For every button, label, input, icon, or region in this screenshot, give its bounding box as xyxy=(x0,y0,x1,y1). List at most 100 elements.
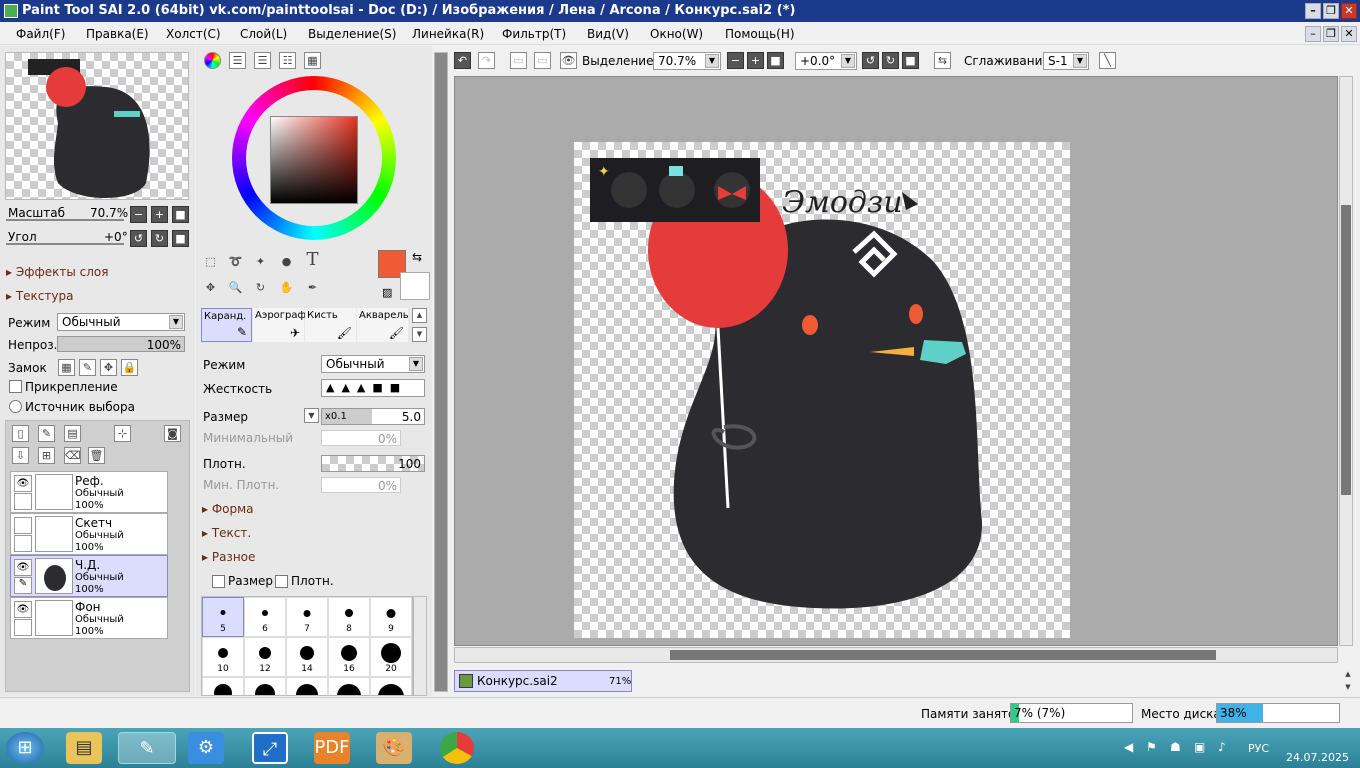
show-selection-eye-icon[interactable]: 👁 xyxy=(560,52,577,69)
close-button[interactable]: ✕ xyxy=(1341,3,1357,19)
merge-down-icon[interactable]: ⇩ xyxy=(12,447,29,464)
rotate-right-button[interactable]: ↻ xyxy=(151,230,168,247)
zoom-slider[interactable] xyxy=(6,219,124,221)
blue-app-icon[interactable]: ⤢ xyxy=(252,732,288,764)
brush-size-cell[interactable]: 12 xyxy=(244,637,286,677)
menu-edit[interactable]: Правка(E) xyxy=(86,27,149,41)
brush-tabs-down-icon[interactable]: ▼ xyxy=(412,327,427,342)
doc-minimize-button[interactable]: – xyxy=(1305,26,1321,42)
pencil-icon[interactable]: ✎ xyxy=(14,577,32,594)
paint-app-icon[interactable]: 🎨 xyxy=(376,732,412,764)
hardness-picker[interactable]: ▲▲▲■■ xyxy=(321,379,425,397)
lock-move-icon[interactable]: ✥ xyxy=(100,359,117,376)
toolbar-rotate-reset-button[interactable]: ■ xyxy=(902,52,919,69)
tray-flag-icon[interactable]: ⚑ xyxy=(1146,740,1157,754)
deselect-button[interactable]: ▭ xyxy=(510,52,527,69)
rotate-left-button[interactable]: ↺ xyxy=(130,230,147,247)
toolbar-zoom-reset-button[interactable]: ■ xyxy=(767,52,784,69)
misc-section-header[interactable]: ▸ Разное xyxy=(202,550,255,564)
layer-mark-slot[interactable] xyxy=(14,535,32,552)
clear-layer-icon[interactable]: ⌫ xyxy=(64,447,81,464)
swap-colors-icon[interactable]: ⇆ xyxy=(412,250,422,264)
menu-help[interactable]: Помощь(H) xyxy=(725,27,795,41)
new-layer-icon[interactable]: ▯ xyxy=(12,425,29,442)
brush-size-cell-partial[interactable] xyxy=(328,677,370,695)
brush-size-cell-partial[interactable] xyxy=(370,677,412,695)
layer-row-sketch[interactable]: Скетч Обычный 100% xyxy=(10,513,168,555)
brush-tabs-up-icon[interactable]: ▲ xyxy=(412,308,427,323)
layer-mark-slot[interactable] xyxy=(14,619,32,636)
flip-horizontal-icon[interactable]: ⇆ xyxy=(934,52,951,69)
lock-paint-icon[interactable]: ✎ xyxy=(79,359,96,376)
layer-mark-slot[interactable] xyxy=(14,493,32,510)
lock-all-icon[interactable]: 🔒 xyxy=(121,359,138,376)
texture-section-header[interactable]: ▸ Текст. xyxy=(202,526,251,540)
zoom-reset-button[interactable]: ■ xyxy=(172,206,189,223)
eyedropper-icon[interactable]: ✒ xyxy=(304,280,321,297)
size-slider[interactable]: x0.1 5.0 xyxy=(321,408,425,425)
brush-size-cell[interactable]: 16 xyxy=(328,637,370,677)
layer-row-main[interactable]: 👁 ✎ Ч.Д. Обычный 100% xyxy=(10,555,168,597)
new-linework-icon[interactable]: ✎ xyxy=(38,425,55,442)
menu-filter[interactable]: Фильтр(T) xyxy=(502,27,566,41)
doc-restore-button[interactable]: ❐ xyxy=(1323,26,1339,42)
brush-size-cell-partial[interactable] xyxy=(202,677,244,695)
eye-icon[interactable]: 👁 xyxy=(14,601,32,618)
brush-size-cell-partial[interactable] xyxy=(244,677,286,695)
lock-transparency-icon[interactable]: ▦ xyxy=(58,359,75,376)
eye-icon[interactable]: 👁 xyxy=(14,559,32,576)
text-tool-icon[interactable]: T xyxy=(304,251,321,269)
blend-mode-select[interactable]: Обычный ▼ xyxy=(57,313,185,331)
rgb-slider-tab-icon[interactable]: ☰ xyxy=(229,52,246,69)
brush-tab-airbrush[interactable]: Аэрограф ✈ xyxy=(253,308,306,342)
redo-button[interactable]: ↷ xyxy=(478,52,495,69)
brush-size-cell[interactable]: 6 xyxy=(244,597,286,637)
brush-size-cell-partial[interactable] xyxy=(286,677,328,695)
tool-mode-select[interactable]: Обычный ▼ xyxy=(321,355,425,373)
menu-file[interactable]: Файл(F) xyxy=(16,27,65,41)
zoom-select[interactable]: 70.7% ▼ xyxy=(653,52,721,70)
brush-size-cell[interactable]: 8 xyxy=(328,597,370,637)
lasso-icon[interactable]: ➰ xyxy=(227,254,244,271)
tray-user-icon[interactable]: ☗ xyxy=(1170,740,1181,754)
density-checkbox[interactable] xyxy=(275,575,288,588)
brush-size-cell[interactable]: 20 xyxy=(370,637,412,677)
menu-ruler[interactable]: Линейка(R) xyxy=(412,27,484,41)
brush-size-cell[interactable]: 10 xyxy=(202,637,244,677)
menu-window[interactable]: Окно(W) xyxy=(650,27,703,41)
menu-selection[interactable]: Выделение(S) xyxy=(308,27,396,41)
density-slider[interactable]: 100 xyxy=(321,455,425,472)
palette-tab-icon[interactable]: ☷ xyxy=(279,52,296,69)
select-rect-icon[interactable]: ⬚ xyxy=(202,254,219,271)
toolbar-rotate-left-button[interactable]: ↺ xyxy=(862,52,879,69)
hsv-slider-tab-icon[interactable]: ☰ xyxy=(254,52,271,69)
opacity-slider[interactable]: 100% xyxy=(57,336,185,352)
brush-tab-watercolor[interactable]: Акварель 🖌 xyxy=(357,308,409,342)
smoothing-select[interactable]: S-1 ▼ xyxy=(1043,52,1089,70)
secondary-color-swatch[interactable] xyxy=(400,272,430,300)
menu-canvas[interactable]: Холст(C) xyxy=(166,27,221,41)
new-folder-icon[interactable]: ▤ xyxy=(64,425,81,442)
eye-icon[interactable] xyxy=(14,517,32,534)
shape-section-header[interactable]: ▸ Форма xyxy=(202,502,254,516)
size-multiplier-dropdown-icon[interactable]: ▼ xyxy=(304,408,319,423)
tray-network-icon[interactable]: ▣ xyxy=(1194,740,1205,754)
clock-date[interactable]: 24.07.2025 xyxy=(1286,751,1349,764)
delete-layer-icon[interactable]: 🗑 xyxy=(88,447,105,464)
saturation-value-square[interactable] xyxy=(270,116,358,204)
min-density-slider[interactable]: 0% xyxy=(321,477,401,493)
brush-size-cell[interactable]: 7 xyxy=(286,597,328,637)
layer-row-bg[interactable]: 👁 Фон Обычный 100% xyxy=(10,597,168,639)
brush-grid-scrollbar[interactable] xyxy=(413,596,427,696)
angle-select[interactable]: +0.0° ▼ xyxy=(795,52,857,70)
straight-line-icon[interactable]: ╲ xyxy=(1099,52,1116,69)
panel-divider-scrollbar[interactable] xyxy=(434,52,448,692)
pdf-app-icon[interactable]: PDF xyxy=(314,732,350,764)
rotate-tool-icon[interactable]: ↻ xyxy=(252,280,269,297)
canvas-horizontal-thumb[interactable] xyxy=(670,650,1216,660)
brush-size-cell[interactable]: 5 xyxy=(202,597,244,637)
menu-view[interactable]: Вид(V) xyxy=(587,27,629,41)
brush-size-cell[interactable]: 9 xyxy=(370,597,412,637)
document-tab[interactable]: Конкурс.sai2 71% xyxy=(454,670,632,692)
restore-button[interactable]: ❐ xyxy=(1323,3,1339,19)
